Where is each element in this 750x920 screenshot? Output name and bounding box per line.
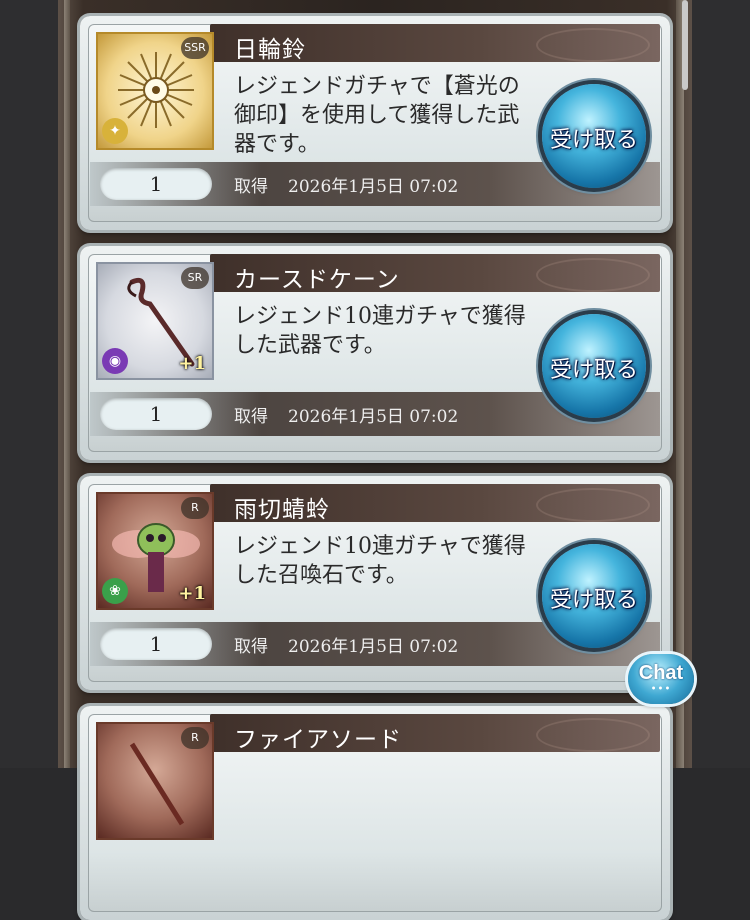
- item-thumbnail: R ❀ +1: [96, 492, 214, 610]
- receive-button[interactable]: 受け取る: [542, 314, 646, 418]
- gift-card: SR ◉ +1 カースドケーン レジェンド10連ガチャで獲得した武器です。 1 …: [80, 246, 670, 460]
- acquired-date: 2026年1月5日 07:02: [288, 177, 459, 197]
- scrollbar[interactable]: [682, 0, 688, 90]
- acquired-label: 取得: [234, 407, 268, 427]
- sun-bell-icon: [118, 52, 194, 128]
- item-description: レジェンド10連ガチャで獲得した武器です。: [234, 304, 526, 358]
- chat-button-label: Chat: [638, 662, 684, 684]
- chat-button[interactable]: Chat •••: [628, 654, 694, 704]
- receive-button-label: 受け取る: [549, 588, 638, 613]
- item-name: 日輪鈴: [234, 37, 306, 63]
- chat-dots-icon: •••: [650, 684, 672, 695]
- gift-card: R ファイアソード: [80, 706, 670, 920]
- item-thumbnail: SSR ✦: [96, 32, 214, 150]
- item-thumbnail: SR ◉ +1: [96, 262, 214, 380]
- quantity: 1: [100, 398, 212, 430]
- dark-element-icon: ◉: [102, 348, 128, 374]
- receive-button-label: 受け取る: [549, 128, 638, 153]
- gift-card: R ❀ +1 雨切蜻蛉 レジェンド10連ガチャで獲得した召喚石です。 1 取得 …: [80, 476, 670, 690]
- acquired-label: 取得: [234, 177, 268, 197]
- ornament-icon: [536, 488, 650, 522]
- quantity: 1: [100, 628, 212, 660]
- acquired-date: 2026年1月5日 07:02: [288, 637, 459, 657]
- panel-frame-left: [64, 0, 70, 768]
- rarity-badge: SR: [181, 267, 209, 289]
- acquired-date: 2026年1月5日 07:02: [288, 407, 459, 427]
- left-margin: [0, 0, 58, 768]
- ornament-icon: [536, 718, 650, 752]
- gift-card: SSR ✦ 日輪鈴 レジェンドガチャで【蒼光の御印】を使用して獲得した武器です。…: [80, 16, 670, 230]
- plus-bonus: +1: [178, 583, 206, 604]
- rarity-badge: R: [181, 727, 209, 749]
- item-description: レジェンド10連ガチャで獲得した召喚石です。: [234, 534, 526, 588]
- rarity-badge: R: [181, 497, 209, 519]
- item-thumbnail: R: [96, 722, 214, 840]
- acquired-label: 取得: [234, 637, 268, 657]
- receive-button-label: 受け取る: [549, 358, 638, 383]
- ornament-icon: [536, 28, 650, 62]
- wind-element-icon: ❀: [102, 578, 128, 604]
- rarity-badge: SSR: [181, 37, 209, 59]
- quantity: 1: [100, 168, 212, 200]
- item-name: 雨切蜻蛉: [234, 497, 330, 523]
- light-element-icon: ✦: [102, 118, 128, 144]
- receive-button[interactable]: 受け取る: [542, 84, 646, 188]
- item-description: レジェンドガチャで【蒼光の御印】を使用して獲得した武器です。: [234, 74, 520, 157]
- right-margin: [692, 0, 750, 768]
- plus-bonus: +1: [178, 353, 206, 374]
- item-name: カースドケーン: [234, 267, 400, 293]
- ornament-icon: [536, 258, 650, 292]
- item-name: ファイアソード: [234, 727, 402, 753]
- panel-frame-right: [676, 0, 684, 768]
- receive-button[interactable]: 受け取る: [542, 544, 646, 648]
